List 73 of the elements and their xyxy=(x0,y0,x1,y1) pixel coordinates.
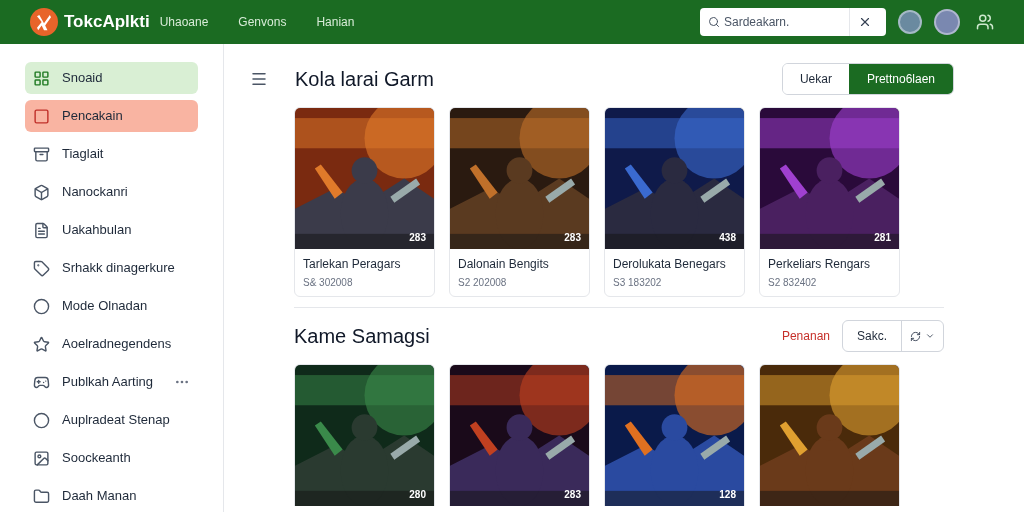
item-icon xyxy=(33,259,50,277)
sidebar-item[interactable]: Auplradeat Stenap xyxy=(25,404,198,436)
brand-name: TokcAplkti xyxy=(64,11,150,34)
sidebar-item[interactable]: Publkah Aarting xyxy=(25,366,198,398)
sidebar-item[interactable]: Mode Olnadan xyxy=(25,290,198,322)
item-label: Pencakain xyxy=(62,107,123,126)
game-card[interactable]: 283 Dalonain Bengits S2 202008 xyxy=(449,107,590,297)
section-title: Kame Samagsi xyxy=(294,324,430,349)
item-icon xyxy=(33,69,50,87)
game-price: S2 202008 xyxy=(458,276,508,290)
count-label: 283 xyxy=(564,488,581,502)
item-icon xyxy=(33,335,50,353)
item-label: Publkah Aarting xyxy=(62,373,154,392)
item-label: Soockeanth xyxy=(62,449,131,468)
count-label: 128 xyxy=(719,488,736,502)
sidebar-item[interactable]: Soockeanth xyxy=(25,442,198,474)
count-label: 281 xyxy=(874,231,891,245)
sidebar-item[interactable]: Daah Manan xyxy=(25,480,198,512)
search-icon xyxy=(708,16,720,28)
item-icon xyxy=(33,487,50,505)
refresh-icon xyxy=(910,330,921,342)
people-icon[interactable] xyxy=(976,13,994,31)
sidebar-item[interactable]: Pencakain xyxy=(25,100,198,132)
toggle-tab[interactable]: Prettno6laen xyxy=(848,64,953,94)
item-label: Uakahbulan xyxy=(62,221,132,240)
game-price: S3 183202 xyxy=(613,276,663,290)
avatar-icon[interactable] xyxy=(934,9,960,35)
item-icon xyxy=(33,183,50,201)
nav-link[interactable]: Hanian xyxy=(316,13,355,31)
sidebar-item[interactable]: Aoelradnegendens xyxy=(25,328,198,360)
item-icon xyxy=(33,449,50,467)
item-label: Daah Manan xyxy=(62,487,137,506)
item-icon xyxy=(33,297,50,315)
count-label: 283 xyxy=(564,231,581,245)
avatar-icon[interactable] xyxy=(898,10,922,34)
count-label: 283 xyxy=(409,231,426,245)
game-title: Derolukata Benegars xyxy=(613,256,727,273)
game-price: S& 302008 xyxy=(303,276,354,290)
item-icon xyxy=(33,107,50,125)
game-card[interactable]: 438 Derolukata Benegars S3 183202 xyxy=(604,107,745,297)
item-label: Auplradeat Stenap xyxy=(62,411,170,430)
sidebar-item[interactable]: Snoaid xyxy=(25,62,198,94)
sidebar-item[interactable]: Srhakk dinagerkure xyxy=(25,252,198,284)
item-icon xyxy=(33,221,50,239)
item-label: Tiaglait xyxy=(62,145,104,164)
close-icon[interactable] xyxy=(858,15,872,29)
count-label: 280 xyxy=(409,488,426,502)
game-title: Perkeliars Rengars xyxy=(768,256,872,273)
game-card[interactable]: 281 Perkeliars Rengars S2 832402 xyxy=(759,107,900,297)
game-price: S2 832402 xyxy=(768,276,818,290)
item-icon xyxy=(33,145,50,163)
search-input[interactable]: Sardeakarn. xyxy=(724,13,849,31)
item-label: Snoaid xyxy=(62,69,103,88)
sidebar-item[interactable]: Uakahbulan xyxy=(25,214,198,246)
item-label: Mode Olnadan xyxy=(62,297,148,316)
game-title: Tarlekan Peragars xyxy=(303,256,402,273)
nav-link[interactable]: Uhaoane xyxy=(159,13,209,31)
menu-icon[interactable] xyxy=(250,70,268,88)
logo-icon xyxy=(30,8,58,36)
search-box[interactable]: Sardeakarn. xyxy=(700,8,886,36)
game-title: Dalonain Bengits xyxy=(458,256,550,273)
caret-icon xyxy=(925,331,935,341)
item-label: Aoelradnegendens xyxy=(62,335,172,354)
sidebar-item[interactable]: Nanockanri xyxy=(25,176,198,208)
count-label: 438 xyxy=(719,231,736,245)
sidebar-item[interactable]: Tiaglait xyxy=(25,138,198,170)
game-card[interactable]: 283 Tarlekan Peragars S& 302008 xyxy=(294,107,435,297)
item-label: Srhakk dinagerkure xyxy=(62,259,175,278)
nav-link[interactable]: Genvons xyxy=(238,13,287,31)
section-link[interactable]: Penanan xyxy=(781,327,830,345)
item-label: Nanockanri xyxy=(62,183,128,202)
item-icon xyxy=(33,411,50,429)
section-title: Kola larai Garm xyxy=(295,67,434,92)
